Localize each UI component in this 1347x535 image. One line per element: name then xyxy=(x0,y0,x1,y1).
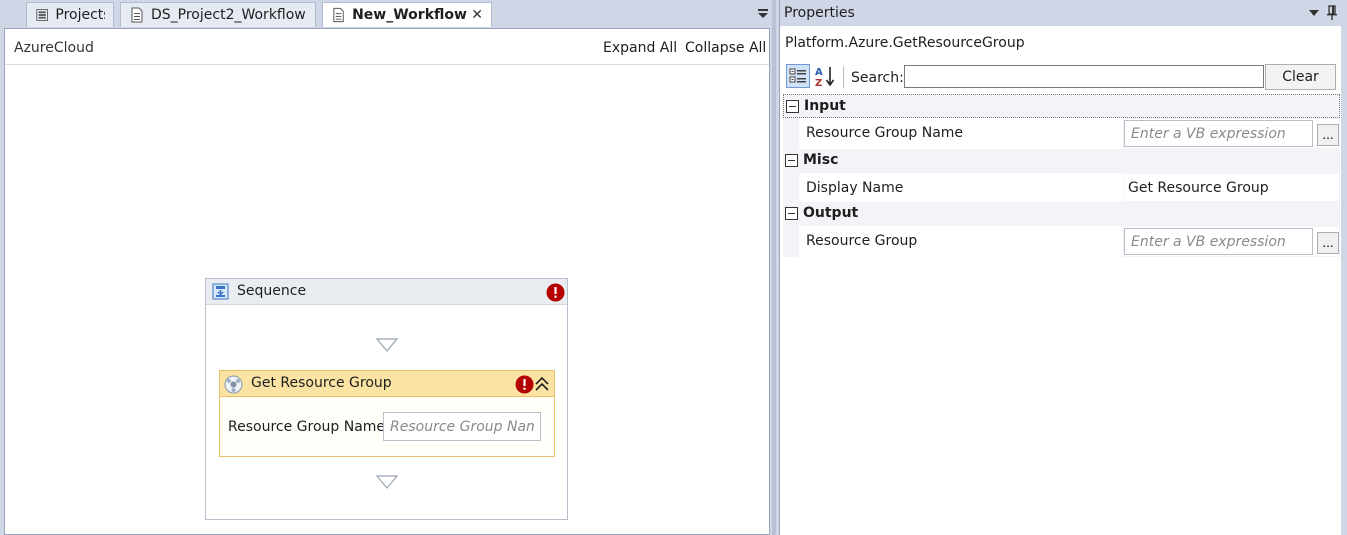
dropdown-arrow-icon[interactable] xyxy=(1308,7,1320,19)
vb-expression-input[interactable] xyxy=(1124,120,1313,147)
search-input[interactable] xyxy=(904,65,1264,88)
error-icon[interactable] xyxy=(546,283,565,302)
clear-button[interactable]: Clear xyxy=(1265,64,1336,90)
display-name-value[interactable]: Get Resource Group xyxy=(1128,180,1269,196)
toolbar-separator xyxy=(843,66,844,88)
sort-az-icon: A Z xyxy=(815,67,835,89)
expression-editor-button[interactable]: ... xyxy=(1317,124,1339,146)
sequence-header[interactable]: Sequence xyxy=(206,279,567,305)
svg-text:A: A xyxy=(815,67,823,78)
activity-body: Resource Group Name xyxy=(220,398,554,456)
properties-titlebar: Properties xyxy=(780,0,1347,26)
search-label: Search: xyxy=(851,70,904,86)
properties-pane: Properties Platform.Azure.GetResourceGro… xyxy=(779,0,1347,535)
properties-body: Platform.Azure.GetResourceGroup A Z Sear… xyxy=(780,26,1342,535)
vb-expression-input[interactable] xyxy=(1124,228,1313,255)
tab-projects[interactable]: Projects xyxy=(26,2,114,27)
tab-new-workflow[interactable]: New_Workflow* ✕ xyxy=(322,2,492,27)
sequence-activity[interactable]: Sequence Get Resource Group Resource Gro… xyxy=(205,278,568,520)
error-icon[interactable] xyxy=(515,375,534,394)
drop-target-arrow-icon[interactable] xyxy=(376,338,398,352)
close-icon[interactable]: ✕ xyxy=(471,7,483,23)
sequence-title: Sequence xyxy=(237,283,307,299)
pane-border xyxy=(1341,26,1347,535)
category-input[interactable]: Input xyxy=(783,94,1340,118)
activity-header[interactable]: Get Resource Group xyxy=(220,371,554,397)
alphabetical-sort-button[interactable]: A Z xyxy=(813,64,837,89)
category-label: Output xyxy=(803,205,859,221)
property-value: ... xyxy=(1124,227,1339,256)
properties-toolbar: A Z Search: Clear xyxy=(780,62,1342,92)
drop-target-arrow-icon[interactable] xyxy=(376,475,398,489)
activity-title: Get Resource Group xyxy=(251,375,392,391)
selected-object-name: Platform.Azure.GetResourceGroup xyxy=(785,35,1025,51)
pin-icon[interactable] xyxy=(1326,5,1338,21)
property-grid: Input Resource Group Name ... Misc Displ… xyxy=(783,94,1340,257)
property-row-display-name: Display Name Get Resource Group xyxy=(783,173,1340,202)
collapse-all-link[interactable]: Collapse All xyxy=(685,40,766,56)
breadcrumb[interactable]: AzureCloud xyxy=(14,40,94,56)
collapse-toggle-icon[interactable] xyxy=(785,207,798,220)
property-row-resource-group: Resource Group ... xyxy=(783,226,1340,257)
get-resource-group-activity[interactable]: Get Resource Group Resource Group Name xyxy=(219,370,555,457)
category-label: Misc xyxy=(803,152,839,168)
sequence-icon xyxy=(212,283,229,300)
document-icon xyxy=(333,7,344,23)
svg-text:Z: Z xyxy=(815,78,822,88)
tab-label: DS_Project2_Workflow xyxy=(151,7,306,23)
tab-label: New_Workflow* xyxy=(352,7,468,23)
property-value[interactable]: Get Resource Group xyxy=(1124,174,1339,201)
azure-activity-icon xyxy=(224,375,243,394)
category-output[interactable]: Output xyxy=(783,202,1340,226)
expression-editor-button[interactable]: ... xyxy=(1317,232,1339,254)
designer-canvas[interactable]: AzureCloud Expand All Collapse All Seque… xyxy=(4,28,770,535)
property-row-resource-group-name: Resource Group Name ... xyxy=(783,118,1340,149)
workflow-designer-pane: Projects DS_Project2_Workflow New_Workfl… xyxy=(0,0,776,535)
pane-splitter[interactable] xyxy=(772,0,776,535)
double-chevron-up-icon[interactable] xyxy=(534,375,550,393)
properties-title: Properties xyxy=(784,5,855,21)
designer-header: AzureCloud Expand All Collapse All xyxy=(5,29,769,65)
projects-icon xyxy=(36,9,49,21)
property-name[interactable]: Resource Group xyxy=(799,226,1123,257)
resource-group-name-input[interactable] xyxy=(383,412,541,441)
document-icon xyxy=(131,7,143,23)
property-name[interactable]: Resource Group Name xyxy=(799,118,1123,149)
expand-all-link[interactable]: Expand All xyxy=(603,40,677,56)
dropdown-arrow-icon[interactable] xyxy=(756,6,770,20)
tab-ds-project2-workflow[interactable]: DS_Project2_Workflow xyxy=(120,2,316,27)
categorized-icon xyxy=(789,68,806,83)
property-name[interactable]: Display Name xyxy=(799,173,1123,202)
categorized-view-button[interactable] xyxy=(786,64,810,88)
property-value: ... xyxy=(1124,119,1339,148)
resource-group-name-label: Resource Group Name xyxy=(228,419,386,435)
tab-label: Projects xyxy=(55,7,105,23)
collapse-toggle-icon[interactable] xyxy=(785,154,798,167)
category-misc[interactable]: Misc xyxy=(783,149,1340,173)
category-label: Input xyxy=(804,98,846,114)
collapse-toggle-icon[interactable] xyxy=(786,100,799,113)
document-tab-strip: Projects DS_Project2_Workflow New_Workfl… xyxy=(0,0,776,27)
